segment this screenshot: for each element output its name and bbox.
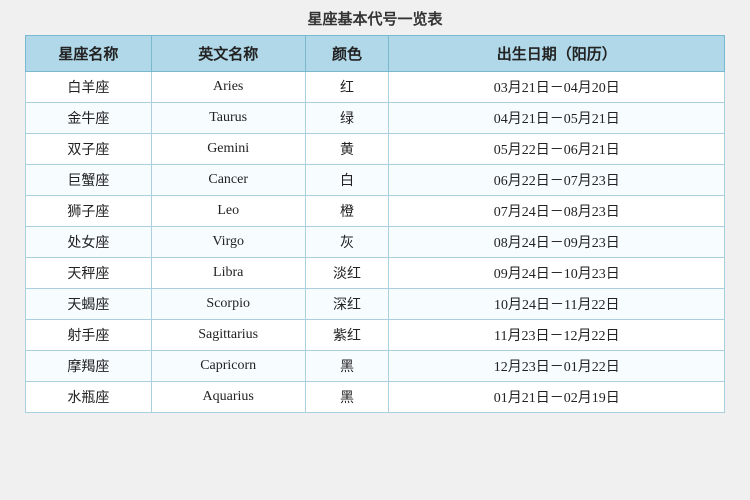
table-row: 白羊座Aries红03月21日－04月20日 [26,72,725,103]
cell-cn: 天蝎座 [26,289,152,320]
cell-en: Sagittarius [151,320,305,351]
cell-en: Capricorn [151,351,305,382]
cell-en: Virgo [151,227,305,258]
table-row: 处女座Virgo灰08月24日－09月23日 [26,227,725,258]
cell-en: Leo [151,196,305,227]
table-row: 狮子座Leo橙07月24日－08月23日 [26,196,725,227]
cell-en: Scorpio [151,289,305,320]
cell-color: 深红 [305,289,389,320]
header-cn: 星座名称 [26,36,152,72]
cell-en: Aries [151,72,305,103]
header-date: 出生日期（阳历） [389,36,725,72]
cell-color: 白 [305,165,389,196]
cell-cn: 水瓶座 [26,382,152,413]
cell-cn: 处女座 [26,227,152,258]
cell-cn: 摩羯座 [26,351,152,382]
page-title: 星座基本代号一览表 [307,0,442,35]
table-row: 金牛座Taurus绿04月21日－05月21日 [26,103,725,134]
cell-color: 黑 [305,382,389,413]
table-wrapper: 星座名称 英文名称 颜色 出生日期（阳历） 白羊座Aries红03月21日－04… [25,35,725,413]
table-row: 摩羯座Capricorn黑12月23日－01月22日 [26,351,725,382]
header-color: 颜色 [305,36,389,72]
cell-color: 黑 [305,351,389,382]
cell-en: Gemini [151,134,305,165]
table-row: 天蝎座Scorpio深红10月24日－11月22日 [26,289,725,320]
cell-color: 灰 [305,227,389,258]
cell-en: Libra [151,258,305,289]
cell-en: Taurus [151,103,305,134]
cell-color: 黄 [305,134,389,165]
cell-date: 04月21日－05月21日 [389,103,725,134]
cell-date: 05月22日－06月21日 [389,134,725,165]
cell-color: 绿 [305,103,389,134]
cell-date: 12月23日－01月22日 [389,351,725,382]
cell-color: 橙 [305,196,389,227]
cell-cn: 狮子座 [26,196,152,227]
cell-date: 03月21日－04月20日 [389,72,725,103]
header-en: 英文名称 [151,36,305,72]
table-row: 天秤座Libra淡红09月24日－10月23日 [26,258,725,289]
cell-cn: 白羊座 [26,72,152,103]
cell-cn: 金牛座 [26,103,152,134]
cell-color: 红 [305,72,389,103]
cell-date: 01月21日－02月19日 [389,382,725,413]
table-row: 双子座Gemini黄05月22日－06月21日 [26,134,725,165]
cell-cn: 双子座 [26,134,152,165]
cell-cn: 天秤座 [26,258,152,289]
table-row: 射手座Sagittarius紫红11月23日－12月22日 [26,320,725,351]
cell-cn: 射手座 [26,320,152,351]
cell-cn: 巨蟹座 [26,165,152,196]
cell-date: 08月24日－09月23日 [389,227,725,258]
cell-date: 09月24日－10月23日 [389,258,725,289]
cell-color: 淡红 [305,258,389,289]
cell-date: 10月24日－11月22日 [389,289,725,320]
table-header-row: 星座名称 英文名称 颜色 出生日期（阳历） [26,36,725,72]
cell-date: 06月22日－07月23日 [389,165,725,196]
table-row: 巨蟹座Cancer白06月22日－07月23日 [26,165,725,196]
zodiac-table: 星座名称 英文名称 颜色 出生日期（阳历） 白羊座Aries红03月21日－04… [25,35,725,413]
cell-date: 07月24日－08月23日 [389,196,725,227]
cell-color: 紫红 [305,320,389,351]
cell-date: 11月23日－12月22日 [389,320,725,351]
table-row: 水瓶座Aquarius黑01月21日－02月19日 [26,382,725,413]
cell-en: Aquarius [151,382,305,413]
cell-en: Cancer [151,165,305,196]
